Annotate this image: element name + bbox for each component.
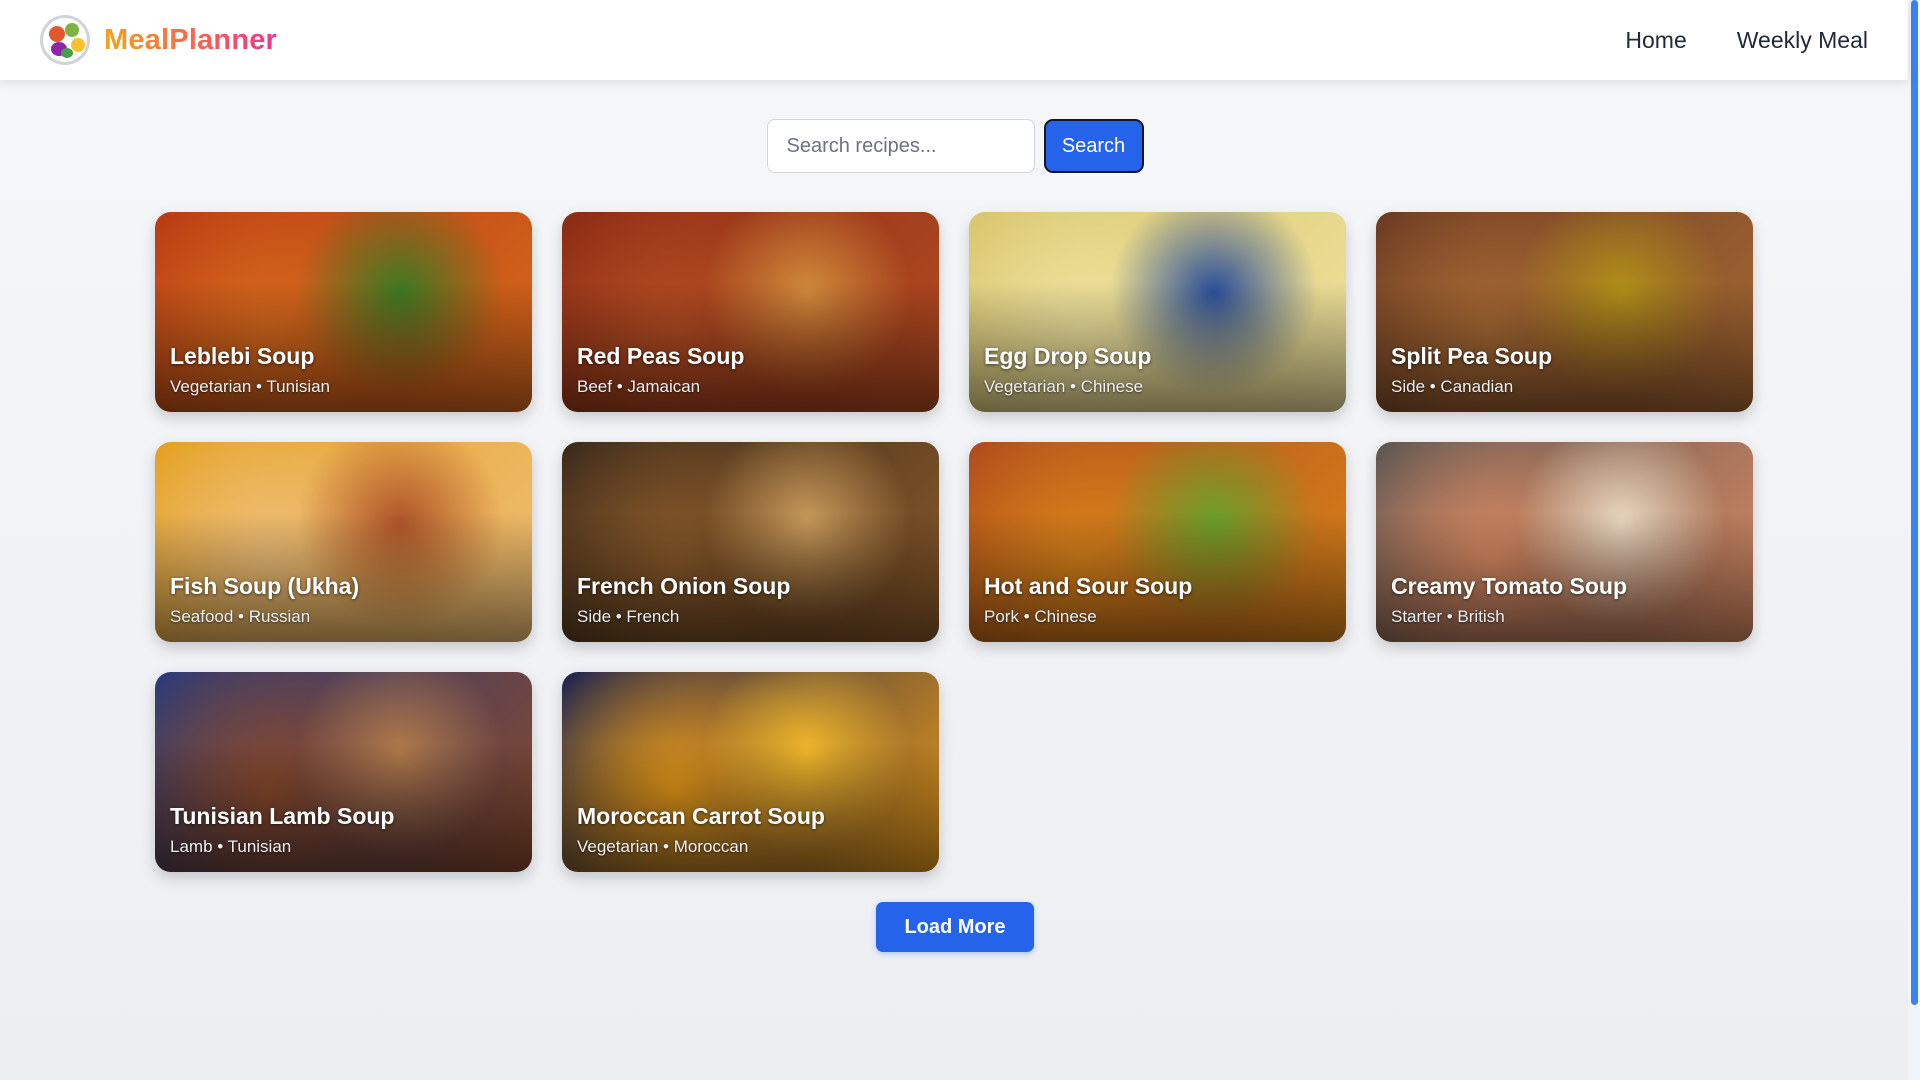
- recipe-card[interactable]: Fish Soup (Ukha) Seafood • Russian: [155, 442, 532, 642]
- recipe-card[interactable]: Tunisian Lamb Soup Lamb • Tunisian: [155, 672, 532, 872]
- nav-link-home[interactable]: Home: [1625, 27, 1686, 54]
- recipe-card[interactable]: Red Peas Soup Beef • Jamaican: [562, 212, 939, 412]
- page-scrollbar[interactable]: [1908, 0, 1920, 1080]
- recipe-title: Tunisian Lamb Soup: [170, 803, 395, 829]
- recipe-meta: Side • Canadian: [1391, 377, 1514, 396]
- recipe-card[interactable]: Split Pea Soup Side • Canadian: [1376, 212, 1753, 412]
- recipe-title: Hot and Sour Soup: [984, 573, 1193, 599]
- recipe-title: Creamy Tomato Soup: [1391, 573, 1627, 599]
- recipe-meta: Vegetarian • Moroccan: [577, 837, 749, 856]
- scrollbar-thumb[interactable]: [1911, 0, 1918, 1005]
- mealplanner-logo-icon: [40, 15, 90, 65]
- recipe-title: Egg Drop Soup: [984, 343, 1152, 369]
- recipe-card[interactable]: Hot and Sour Soup Pork • Chinese: [969, 442, 1346, 642]
- recipe-meta: Vegetarian • Tunisian: [170, 377, 331, 396]
- recipe-meta: Seafood • Russian: [170, 607, 311, 626]
- recipe-card[interactable]: Moroccan Carrot Soup Vegetarian • Morocca…: [562, 672, 939, 872]
- recipe-card[interactable]: Egg Drop Soup Vegetarian • Chinese: [969, 212, 1346, 412]
- recipe-grid: Leblebi Soup Vegetarian • Tunisian Red Pea…: [155, 212, 1753, 872]
- recipe-meta: Pork • Chinese: [984, 607, 1097, 626]
- recipe-title: Split Pea Soup: [1391, 343, 1553, 369]
- recipe-meta: Lamb • Tunisian: [170, 837, 292, 856]
- recipe-title: Red Peas Soup: [577, 343, 745, 369]
- load-more-button[interactable]: Load More: [876, 902, 1034, 952]
- recipe-meta: Vegetarian • Chinese: [984, 377, 1144, 396]
- search-input[interactable]: [766, 119, 1035, 173]
- recipe-title: French Onion Soup: [577, 573, 791, 599]
- recipe-card[interactable]: Leblebi Soup Vegetarian • Tunisian: [155, 212, 532, 412]
- recipe-title: Fish Soup (Ukha): [170, 573, 360, 599]
- search-button[interactable]: Search: [1043, 119, 1144, 173]
- brand-name[interactable]: MealPlanner: [104, 24, 277, 57]
- recipe-title: Leblebi Soup: [170, 343, 315, 369]
- brand[interactable]: MealPlanner: [40, 15, 277, 65]
- nav-link-weekly-meal[interactable]: Weekly Meal: [1737, 27, 1868, 54]
- search-bar: Search: [0, 119, 1908, 173]
- main-nav: Home Weekly Meal: [1625, 27, 1868, 54]
- recipe-card[interactable]: French Onion Soup Side • French: [562, 442, 939, 642]
- recipe-card[interactable]: Creamy Tomato Soup Starter • British: [1376, 442, 1753, 642]
- top-nav-bar: MealPlanner Home Weekly Meal: [0, 0, 1908, 80]
- recipe-meta: Side • French: [577, 607, 680, 626]
- recipe-meta: Beef • Jamaican: [577, 377, 701, 396]
- recipe-meta: Starter • British: [1391, 607, 1505, 626]
- recipe-title: Moroccan Carrot Soup: [577, 803, 825, 829]
